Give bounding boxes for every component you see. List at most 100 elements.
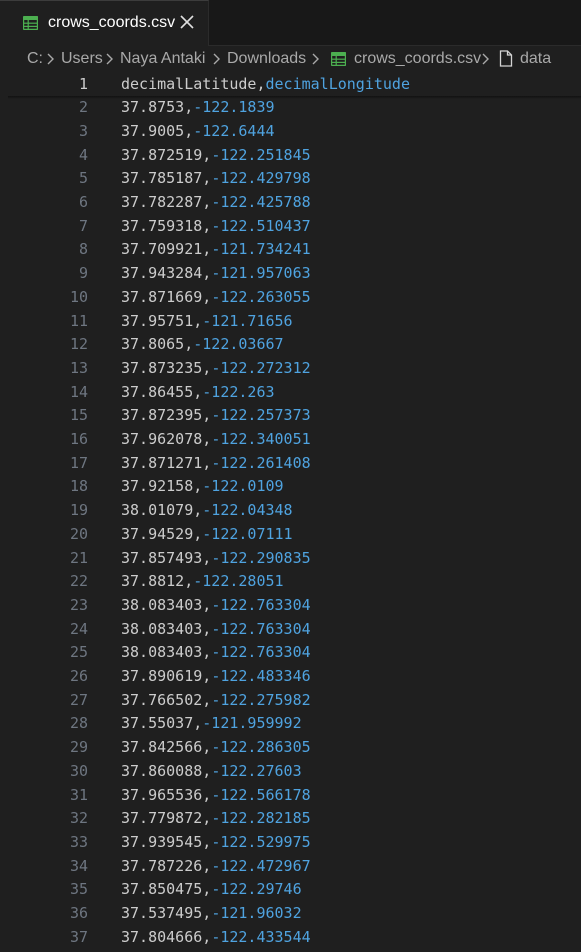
breadcrumb-drive[interactable]: C:	[27, 50, 43, 68]
editor-line[interactable]: 22 37.8812,-122.28051	[0, 570, 581, 594]
csv-cell-column-2: -122.263055	[211, 287, 311, 306]
tab-crows-coords[interactable]: crows_coords.csv	[0, 0, 209, 46]
line-content: 37.860088,-122.27603	[121, 760, 302, 784]
line-number: 14	[69, 382, 88, 401]
line-number: 22	[69, 572, 88, 591]
csv-separator: ,	[202, 406, 212, 425]
editor-line[interactable]: 7 37.759318,-122.510437	[0, 215, 581, 239]
line-number: 36	[69, 904, 88, 922]
breadcrumb-folder-users[interactable]: Users	[61, 50, 103, 68]
line-content: 37.779872,-122.282185	[121, 807, 311, 831]
csv-cell-column-1: 37.86455	[121, 382, 194, 401]
editor-line[interactable]: 10 37.871669,-122.263055	[0, 286, 581, 310]
editor-line[interactable]: 15 37.872395,-122.257373	[0, 404, 581, 428]
csv-cell-column-1: 38.083403	[121, 643, 203, 662]
editor-line[interactable]: 35 37.850475,-122.29746	[0, 878, 581, 902]
editor-line[interactable]: 21 37.857493,-122.290835	[0, 547, 581, 571]
line-number: 23	[69, 595, 88, 614]
csv-cell-column-1: 37.857493	[121, 548, 203, 567]
editor-line[interactable]: 19 38.01079,-122.04348	[0, 499, 581, 523]
editor-line[interactable]: 17 37.871271,-122.261408	[0, 452, 581, 476]
csv-separator: ,	[202, 643, 212, 662]
csv-cell-column-2: -122.28051	[193, 572, 284, 591]
editor-line[interactable]: 37 37.804666,-122.433544	[0, 926, 581, 950]
csv-separator: ,	[184, 98, 194, 117]
line-content: 37.759318,-122.510437	[121, 215, 311, 239]
editor-line[interactable]: 11 37.95751,-121.71656	[0, 310, 581, 334]
csv-cell-column-1: 37.92158	[121, 477, 194, 496]
editor-line[interactable]: 25 38.083403,-122.763304	[0, 641, 581, 665]
code-editor[interactable]: 1 decimalLatitude,decimalLongitude 2 37.875…	[0, 72, 581, 952]
line-number: 34	[69, 856, 88, 875]
editor-line[interactable]: 3 37.9005,-122.6444	[0, 120, 581, 144]
line-number: 2	[78, 98, 88, 117]
csv-cell-column-2: -122.290835	[211, 548, 311, 567]
editor-line[interactable]: 36 37.537495,-121.96032	[0, 902, 581, 926]
editor-window: crows_coords.csv C: Users Naya Antaki Do…	[0, 0, 581, 952]
editor-line[interactable]: 34 37.787226,-122.472967	[0, 855, 581, 879]
editor-line[interactable]: 14 37.86455,-122.263	[0, 381, 581, 405]
editor-line[interactable]: 32 37.779872,-122.282185	[0, 807, 581, 831]
csv-cell-column-1: 37.537495	[121, 904, 203, 922]
line-number: 12	[69, 335, 88, 354]
breadcrumb-symbol-data[interactable]: data	[520, 50, 551, 68]
line-number: 27	[69, 690, 88, 709]
line-number: 20	[69, 524, 88, 543]
editor-line[interactable]: 13 37.873235,-122.272312	[0, 357, 581, 381]
csv-cell-column-2: -122.29746	[211, 880, 302, 899]
editor-line[interactable]: 2 37.8753,-122.1839	[0, 96, 581, 120]
editor-line[interactable]: 16 37.962078,-122.340051	[0, 428, 581, 452]
csv-cell-column-1: 37.873235	[121, 358, 203, 377]
csv-cell-column-2: -122.566178	[211, 785, 311, 804]
editor-line[interactable]: 20 37.94529,-122.07111	[0, 523, 581, 547]
line-number: 24	[69, 619, 88, 638]
line-content: 37.782287,-122.425788	[121, 191, 311, 215]
csv-table-icon	[23, 16, 38, 30]
editor-line[interactable]: 6 37.782287,-122.425788	[0, 191, 581, 215]
csv-separator: ,	[202, 785, 212, 804]
line-number: 29	[69, 738, 88, 757]
line-content: 38.083403,-122.763304	[121, 641, 311, 665]
editor-line[interactable]: 30 37.860088,-122.27603	[0, 760, 581, 784]
editor-line[interactable]: 9 37.943284,-121.957063	[0, 262, 581, 286]
line-content: 38.01079,-122.04348	[121, 499, 293, 523]
editor-line[interactable]: 33 37.939545,-122.529975	[0, 831, 581, 855]
line-content: 37.537495,-121.96032	[121, 902, 302, 926]
editor-line[interactable]: 12 37.8065,-122.03667	[0, 333, 581, 357]
csv-cell-column-2: -122.263	[202, 382, 275, 401]
editor-line[interactable]: 31 37.965536,-122.566178	[0, 784, 581, 808]
csv-cell-column-1: 37.872395	[121, 406, 203, 425]
csv-cell-column-1: 38.083403	[121, 595, 203, 614]
line-number: 8	[78, 240, 88, 259]
csv-cell-column-2: -122.340051	[211, 430, 311, 448]
editor-line[interactable]: 1 decimalLatitude,decimalLongitude	[0, 73, 581, 97]
chevron-right-icon	[47, 53, 54, 65]
line-number: 28	[69, 714, 88, 733]
editor-line[interactable]: 27 37.766502,-122.275982	[0, 689, 581, 713]
csv-separator: ,	[202, 193, 212, 211]
line-content: 37.766502,-122.275982	[121, 689, 311, 713]
editor-line[interactable]: 4 37.872519,-122.251845	[0, 144, 581, 168]
editor-line[interactable]: 18 37.92158,-122.0109	[0, 475, 581, 499]
editor-line[interactable]: 23 38.083403,-122.763304	[0, 594, 581, 618]
breadcrumb-file[interactable]: crows_coords.csv	[354, 50, 481, 68]
line-content: 37.92158,-122.0109	[121, 475, 284, 499]
csv-separator: ,	[193, 477, 203, 496]
csv-cell-column-2: -122.257373	[211, 406, 311, 425]
breadcrumb-folder-downloads[interactable]: Downloads	[227, 50, 306, 68]
line-content: 37.939545,-122.529975	[121, 831, 311, 855]
chevron-right-icon	[312, 53, 319, 65]
editor-line[interactable]: 29 37.842566,-122.286305	[0, 736, 581, 760]
close-icon[interactable]	[178, 13, 196, 31]
editor-line[interactable]: 28 37.55037,-121.959992	[0, 712, 581, 736]
csv-cell-column-2: -122.272312	[211, 358, 311, 377]
editor-line[interactable]: 26 37.890619,-122.483346	[0, 665, 581, 689]
editor-line[interactable]: 8 37.709921,-121.734241	[0, 238, 581, 262]
editor-line[interactable]: 24 38.083403,-122.763304	[0, 618, 581, 642]
csv-separator: ,	[202, 216, 212, 235]
breadcrumb-folder-user[interactable]: Naya Antaki	[120, 50, 205, 68]
line-content: 37.943284,-121.957063	[121, 262, 311, 286]
csv-cell-column-1: 37.759318	[121, 216, 203, 235]
line-number: 19	[69, 501, 88, 520]
editor-line[interactable]: 5 37.785187,-122.429798	[0, 167, 581, 191]
